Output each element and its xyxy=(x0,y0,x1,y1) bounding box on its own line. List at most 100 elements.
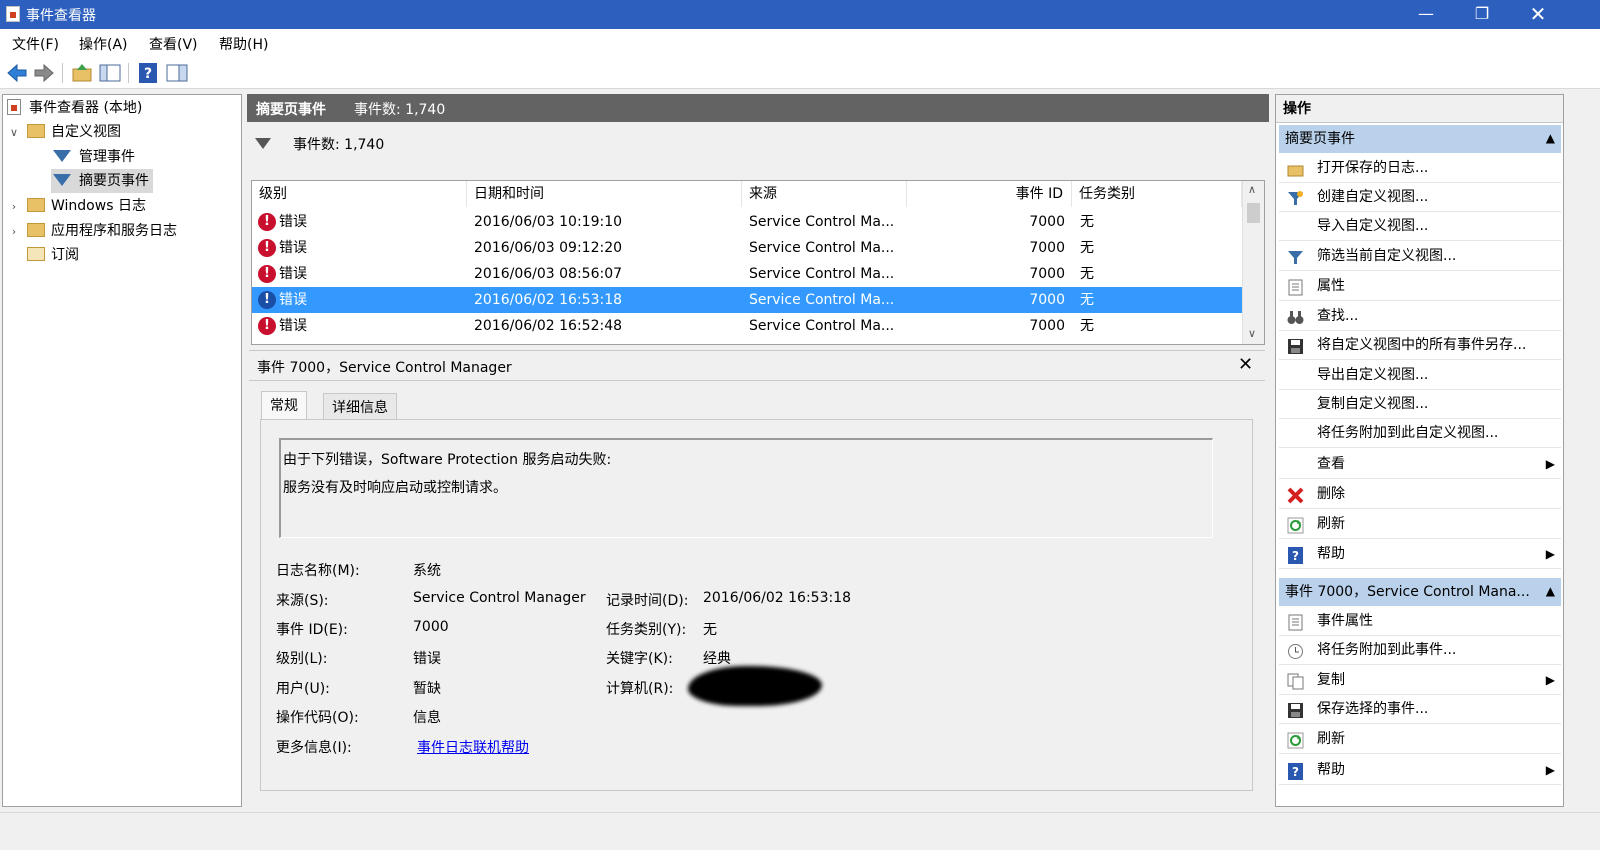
value-opcode: 信息 xyxy=(413,710,441,726)
action-import-custom-view[interactable]: 导入自定义视图... xyxy=(1279,212,1561,241)
scrollbar-thumb[interactable] xyxy=(1247,203,1260,223)
task-clock-icon xyxy=(1287,642,1304,659)
table-row-selected[interactable]: ! 错误 2016/06/02 16:53:18 Service Control… xyxy=(252,287,1242,313)
tree-item-app-service-logs[interactable]: › 应用程序和服务日志 xyxy=(7,219,177,243)
action-help[interactable]: ? 帮助 ▶ xyxy=(1279,540,1561,569)
label-event-id: 事件 ID(E): xyxy=(276,622,348,638)
cell-event-id: 7000 xyxy=(1029,318,1065,334)
event-description[interactable]: 由于下列错误，Software Protection 服务启动失败: 服务没有及… xyxy=(279,438,1213,538)
tree-label-windows-logs: Windows 日志 xyxy=(51,198,146,214)
chevron-right-icon[interactable]: › xyxy=(7,220,21,244)
cell-datetime: 2016/06/02 16:52:48 xyxy=(474,318,623,334)
show-hide-action-pane-icon[interactable] xyxy=(165,61,189,85)
column-header-level[interactable]: 级别 xyxy=(252,181,467,207)
vertical-scrollbar[interactable]: ∧ ∨ xyxy=(1242,181,1264,344)
menu-action[interactable]: 操作(A) xyxy=(79,34,128,54)
action-help-event[interactable]: ? 帮助 ▶ xyxy=(1279,756,1561,785)
cell-source: Service Control Ma... xyxy=(749,214,895,230)
tree-item-summary-events[interactable]: 摘要页事件 xyxy=(51,169,153,193)
close-detail-icon[interactable]: ✕ xyxy=(1238,354,1253,375)
action-copy-custom-view[interactable]: 复制自定义视图... xyxy=(1279,390,1561,419)
folder-icon xyxy=(27,198,45,212)
action-refresh-event[interactable]: 刷新 xyxy=(1279,725,1561,754)
column-header-task-category[interactable]: 任务类别 xyxy=(1072,181,1242,207)
tab-details[interactable]: 详细信息 xyxy=(323,393,397,419)
action-filter-custom-view[interactable]: 筛选当前自定义视图... xyxy=(1279,242,1561,271)
chevron-down-icon[interactable]: ∨ xyxy=(7,121,21,145)
maximize-button[interactable]: ❐ xyxy=(1454,0,1510,29)
action-save-all-events[interactable]: 将自定义视图中的所有事件另存... xyxy=(1279,331,1561,360)
column-header-source[interactable]: 来源 xyxy=(742,181,907,207)
divider xyxy=(249,380,1265,381)
tree-item-subscriptions[interactable]: 订阅 xyxy=(27,243,79,267)
refresh-icon xyxy=(1287,731,1304,749)
action-create-custom-view[interactable]: 创建自定义视图... xyxy=(1279,183,1561,212)
actions-section-summary[interactable]: 摘要页事件 ▲ xyxy=(1279,125,1561,153)
cell-task-category: 无 xyxy=(1080,240,1094,256)
cell-datetime: 2016/06/03 09:12:20 xyxy=(474,240,623,256)
navigation-tree: 事件查看器 (本地) ∨ 自定义视图 管理事件 摘要页事件 › Windows 日志… xyxy=(2,94,242,807)
scroll-up-icon[interactable]: ∧ xyxy=(1248,183,1256,196)
action-attach-task-to-view[interactable]: 将任务附加到此自定义视图... xyxy=(1279,419,1561,448)
forward-icon[interactable] xyxy=(32,61,56,85)
cell-level: 错误 xyxy=(279,292,307,308)
value-level: 错误 xyxy=(413,651,441,667)
action-find[interactable]: 查找... xyxy=(1279,302,1561,331)
section-label: 事件 7000，Service Control Mana... xyxy=(1285,584,1530,600)
description-line: 服务没有及时响应启动或控制请求。 xyxy=(283,480,507,496)
action-event-properties[interactable]: 事件属性 xyxy=(1279,607,1561,636)
back-icon[interactable] xyxy=(5,61,29,85)
minimize-button[interactable]: — xyxy=(1398,0,1454,29)
menu-view[interactable]: 查看(V) xyxy=(149,34,198,54)
up-folder-icon[interactable] xyxy=(70,61,94,85)
tree-item-root[interactable]: 事件查看器 (本地) xyxy=(7,96,142,120)
delete-icon xyxy=(1287,486,1304,504)
menu-file[interactable]: 文件(F) xyxy=(12,34,59,54)
cell-task-category: 无 xyxy=(1080,266,1094,282)
table-row[interactable]: ! 错误 2016/06/03 08:56:07 Service Control… xyxy=(252,261,1242,287)
tree-item-admin-events[interactable]: 管理事件 xyxy=(53,145,135,169)
table-row[interactable]: ! 错误 2016/06/03 09:12:20 Service Control… xyxy=(252,235,1242,261)
value-source: Service Control Manager xyxy=(413,590,586,606)
action-properties[interactable]: 属性 xyxy=(1279,272,1561,301)
action-copy[interactable]: 复制 ▶ xyxy=(1279,666,1561,695)
action-delete[interactable]: 删除 xyxy=(1279,480,1561,509)
column-header-datetime[interactable]: 日期和时间 xyxy=(467,181,742,207)
properties-icon xyxy=(1287,613,1304,631)
cell-datetime: 2016/06/03 10:19:10 xyxy=(474,214,623,230)
value-event-id: 7000 xyxy=(413,619,449,635)
column-header-event-id[interactable]: 事件 ID xyxy=(907,181,1072,207)
value-task-category: 无 xyxy=(703,622,717,638)
action-view[interactable]: 查看 ▶ xyxy=(1279,450,1561,479)
cell-source: Service Control Ma... xyxy=(749,292,895,308)
table-row[interactable]: ! 错误 2016/06/03 10:19:10 Service Control… xyxy=(252,209,1242,235)
cell-source: Service Control Ma... xyxy=(749,266,895,282)
collapse-icon[interactable]: ▲ xyxy=(1546,125,1555,152)
actions-section-event[interactable]: 事件 7000，Service Control Mana... ▲ xyxy=(1279,578,1561,606)
action-attach-task-to-event[interactable]: 将任务附加到此事件... xyxy=(1279,636,1561,665)
scroll-down-icon[interactable]: ∨ xyxy=(1248,327,1256,340)
close-button[interactable]: ✕ xyxy=(1510,0,1566,29)
collapse-icon[interactable]: ▲ xyxy=(1546,578,1555,605)
tree-item-windows-logs[interactable]: › Windows 日志 xyxy=(7,194,146,218)
tree-item-custom-views[interactable]: ∨ 自定义视图 xyxy=(7,120,121,144)
error-icon: ! xyxy=(258,291,276,309)
menu-help[interactable]: 帮助(H) xyxy=(219,34,268,54)
help-icon: ? xyxy=(1287,546,1304,564)
table-row[interactable]: ! 错误 2016/06/02 16:52:48 Service Control… xyxy=(252,313,1242,339)
show-hide-tree-icon[interactable] xyxy=(98,61,122,85)
action-refresh[interactable]: 刷新 xyxy=(1279,510,1561,539)
save-icon xyxy=(1287,701,1304,718)
chevron-right-icon[interactable]: › xyxy=(7,195,21,219)
event-viewer-app-icon xyxy=(6,6,20,22)
action-export-custom-view[interactable]: 导出自定义视图... xyxy=(1279,361,1561,390)
action-open-saved-log[interactable]: 打开保存的日志... xyxy=(1279,154,1561,183)
more-info-link[interactable]: 事件日志联机帮助 xyxy=(417,737,529,757)
svg-text:?: ? xyxy=(1292,549,1299,563)
action-save-selected-events[interactable]: 保存选择的事件... xyxy=(1279,695,1561,724)
help-icon[interactable]: ? xyxy=(136,61,160,85)
value-logged: 2016/06/02 16:53:18 xyxy=(703,590,852,606)
tab-general[interactable]: 常规 xyxy=(261,391,307,419)
cell-event-id: 7000 xyxy=(1029,214,1065,230)
middle-pane-header: 摘要页事件 事件数: 1,740 xyxy=(247,94,1269,122)
